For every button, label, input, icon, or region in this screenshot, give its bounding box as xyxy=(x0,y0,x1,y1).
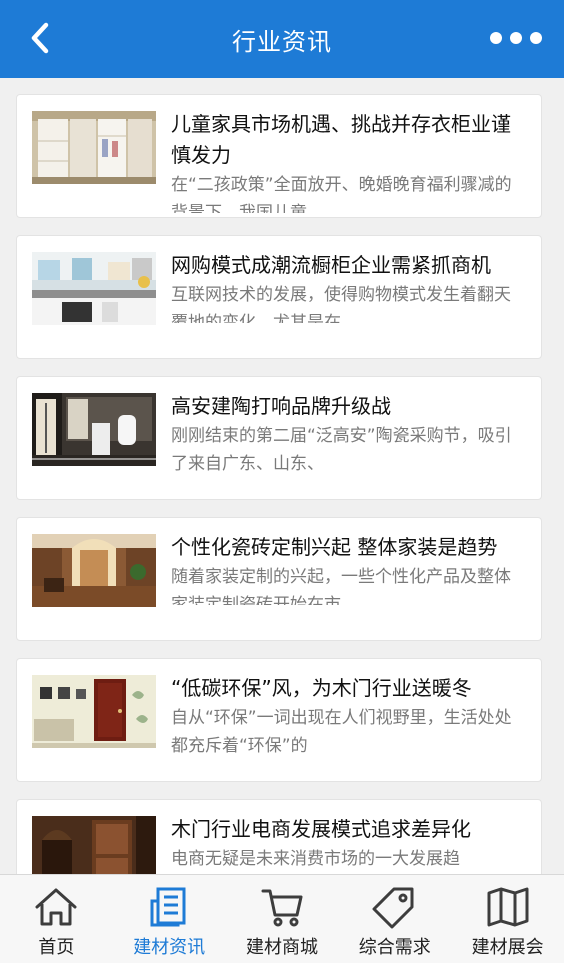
article-summary: 随着家装定制的兴起，一些个性化产品及整体家装定制瓷砖开始在市 xyxy=(171,567,511,605)
more-dot xyxy=(530,32,542,44)
nav-label: 综合需求 xyxy=(358,937,431,958)
article-title: 高安建陶打响品牌升级战 xyxy=(171,394,391,418)
article-thumbnail xyxy=(32,816,156,875)
article-title: 网购模式成潮流橱柜企业需紧抓商机 xyxy=(171,253,491,277)
more-button[interactable] xyxy=(490,24,542,52)
map-icon xyxy=(487,887,529,927)
chevron-left-icon xyxy=(31,22,49,54)
article-title: 个性化瓷砖定制兴起 整体家装是趋势 xyxy=(171,535,498,559)
article-thumbnail xyxy=(32,534,156,607)
page-title: 行业资讯 xyxy=(232,27,332,56)
home-icon xyxy=(35,888,77,926)
nav-item-home[interactable]: 首页 xyxy=(0,875,113,963)
article-card[interactable]: 高安建陶打响品牌升级战 刚刚结束的第二届“泛高安”陶瓷采购节，吸引了来自广东、山… xyxy=(16,376,542,500)
article-thumbnail xyxy=(32,393,156,466)
article-title: 儿童家具市场机遇、挑战并存衣柜业谨慎发力 xyxy=(171,112,511,167)
article-summary: 刚刚结束的第二届“泛高安”陶瓷采购节，吸引了来自广东、山东、 xyxy=(171,426,512,474)
back-button[interactable] xyxy=(24,20,60,56)
nav-item-mall[interactable]: 建材商城 xyxy=(226,875,339,963)
article-summary: 自从“环保”一词出现在人们视野里，生活处处都充斥着“环保”的 xyxy=(171,708,512,756)
nav-label: 建材商城 xyxy=(245,937,318,958)
nav-item-news[interactable]: 建材资讯 xyxy=(113,875,226,963)
top-bar: 行业资讯 xyxy=(0,0,564,78)
cart-icon xyxy=(261,889,303,927)
article-list: 儿童家具市场机遇、挑战并存衣柜业谨慎发力 在“二孩政策”全面放开、晚婚晚育福利骤… xyxy=(0,94,564,875)
article-card[interactable]: 网购模式成潮流橱柜企业需紧抓商机 互联网技术的发展，使得购物模式发生着翻天覆地的… xyxy=(16,235,542,359)
article-thumbnail xyxy=(32,111,156,184)
news-icon xyxy=(150,887,186,927)
app-screen: 行业资讯 儿童家具市场机遇、挑战并存衣柜业谨慎发力 在“二孩政策”全面放开、晚婚… xyxy=(0,0,564,963)
article-summary: 在“二孩政策”全面放开、晚婚晚育福利骤减的背景下，我国儿童 xyxy=(171,175,512,213)
nav-item-expo[interactable]: 建材展会 xyxy=(451,875,564,963)
article-thumbnail xyxy=(32,675,156,748)
article-card[interactable]: 个性化瓷砖定制兴起 整体家装是趋势 随着家装定制的兴起，一些个性化产品及整体家装… xyxy=(16,517,542,641)
article-summary: 电商无疑是未来消费市场的一大发展趋 xyxy=(171,849,460,869)
tag-icon xyxy=(372,887,414,929)
article-card[interactable]: 木门行业电商发展模式追求差异化 电商无疑是未来消费市场的一大发展趋 xyxy=(16,799,542,875)
article-title: 木门行业电商发展模式追求差异化 xyxy=(171,817,471,841)
more-dot xyxy=(510,32,522,44)
article-summary: 互联网技术的发展，使得购物模式发生着翻天覆地的变化，尤其是在 xyxy=(171,285,511,323)
article-card[interactable]: “低碳环保”风，为木门行业送暖冬 自从“环保”一词出现在人们视野里，生活处处都充… xyxy=(16,658,542,782)
nav-item-demand[interactable]: 综合需求 xyxy=(338,875,451,963)
nav-label: 建材展会 xyxy=(471,937,544,958)
article-card[interactable]: 儿童家具市场机遇、挑战并存衣柜业谨慎发力 在“二孩政策”全面放开、晚婚晚育福利骤… xyxy=(16,94,542,218)
nav-label: 建材资讯 xyxy=(133,937,206,958)
nav-label: 首页 xyxy=(38,937,75,958)
more-dot xyxy=(490,32,502,44)
article-thumbnail xyxy=(32,252,156,325)
article-title: “低碳环保”风，为木门行业送暖冬 xyxy=(171,676,472,700)
bottom-nav: 首页 建材资讯 建材商城 综合需求 建材展会 xyxy=(0,874,564,963)
